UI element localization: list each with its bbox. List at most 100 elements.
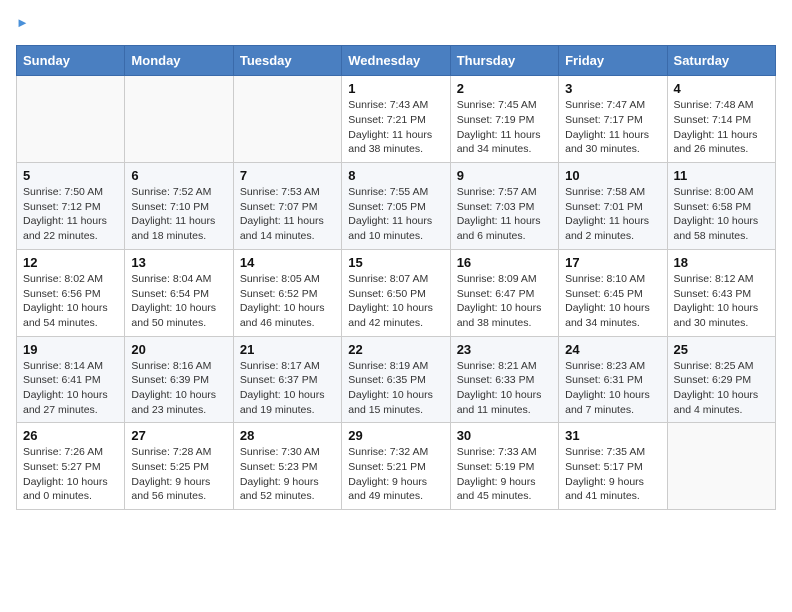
day-info: Sunrise: 8:10 AM Sunset: 6:45 PM Dayligh… [565,272,660,331]
day-number: 10 [565,168,660,183]
day-number: 22 [348,342,443,357]
calendar-cell [233,76,341,163]
day-info: Sunrise: 7:48 AM Sunset: 7:14 PM Dayligh… [674,98,769,157]
day-number: 23 [457,342,552,357]
day-number: 27 [131,428,226,443]
day-of-week-tuesday: Tuesday [233,46,341,76]
day-info: Sunrise: 7:53 AM Sunset: 7:07 PM Dayligh… [240,185,335,244]
calendar-cell [667,423,775,510]
day-info: Sunrise: 8:07 AM Sunset: 6:50 PM Dayligh… [348,272,443,331]
day-number: 16 [457,255,552,270]
day-number: 13 [131,255,226,270]
calendar-cell: 1 Sunrise: 7:43 AM Sunset: 7:21 PM Daylig… [342,76,450,163]
calendar-week-row: 12 Sunrise: 8:02 AM Sunset: 6:56 PM Dayli… [17,249,776,336]
day-number: 26 [23,428,118,443]
calendar-table: SundayMondayTuesdayWednesdayThursdayFrid… [16,45,776,510]
day-of-week-wednesday: Wednesday [342,46,450,76]
calendar-cell: 23 Sunrise: 8:21 AM Sunset: 6:33 PM Dayli… [450,336,558,423]
day-number: 29 [348,428,443,443]
day-info: Sunrise: 7:55 AM Sunset: 7:05 PM Dayligh… [348,185,443,244]
calendar-cell: 29 Sunrise: 7:32 AM Sunset: 5:21 PM Dayli… [342,423,450,510]
calendar-cell: 13 Sunrise: 8:04 AM Sunset: 6:54 PM Dayli… [125,249,233,336]
day-info: Sunrise: 7:58 AM Sunset: 7:01 PM Dayligh… [565,185,660,244]
day-info: Sunrise: 7:26 AM Sunset: 5:27 PM Dayligh… [23,445,118,504]
calendar-cell: 25 Sunrise: 8:25 AM Sunset: 6:29 PM Dayli… [667,336,775,423]
day-of-week-saturday: Saturday [667,46,775,76]
day-info: Sunrise: 7:52 AM Sunset: 7:10 PM Dayligh… [131,185,226,244]
day-info: Sunrise: 7:43 AM Sunset: 7:21 PM Dayligh… [348,98,443,157]
day-number: 24 [565,342,660,357]
logo: ► [16,16,29,35]
day-info: Sunrise: 8:14 AM Sunset: 6:41 PM Dayligh… [23,359,118,418]
day-number: 6 [131,168,226,183]
day-info: Sunrise: 8:16 AM Sunset: 6:39 PM Dayligh… [131,359,226,418]
calendar-cell: 17 Sunrise: 8:10 AM Sunset: 6:45 PM Dayli… [559,249,667,336]
calendar-cell: 7Sunrise: 7:53 AM Sunset: 7:07 PM Daylig… [233,163,341,250]
logo-bird-icon: ► [16,15,29,30]
day-info: Sunrise: 8:25 AM Sunset: 6:29 PM Dayligh… [674,359,769,418]
day-info: Sunrise: 8:00 AM Sunset: 6:58 PM Dayligh… [674,185,769,244]
calendar-week-row: 1 Sunrise: 7:43 AM Sunset: 7:21 PM Daylig… [17,76,776,163]
day-info: Sunrise: 7:35 AM Sunset: 5:17 PM Dayligh… [565,445,660,504]
calendar-cell: 12 Sunrise: 8:02 AM Sunset: 6:56 PM Dayli… [17,249,125,336]
calendar-cell: 27 Sunrise: 7:28 AM Sunset: 5:25 PM Dayli… [125,423,233,510]
day-info: Sunrise: 7:45 AM Sunset: 7:19 PM Dayligh… [457,98,552,157]
calendar-cell: 21 Sunrise: 8:17 AM Sunset: 6:37 PM Dayli… [233,336,341,423]
calendar-cell: 15 Sunrise: 8:07 AM Sunset: 6:50 PM Dayli… [342,249,450,336]
day-number: 18 [674,255,769,270]
calendar-cell: 30Sunrise: 7:33 AM Sunset: 5:19 PM Dayli… [450,423,558,510]
day-of-week-thursday: Thursday [450,46,558,76]
day-number: 8 [348,168,443,183]
calendar-cell: 4 Sunrise: 7:48 AM Sunset: 7:14 PM Daylig… [667,76,775,163]
day-info: Sunrise: 7:33 AM Sunset: 5:19 PM Dayligh… [457,445,552,504]
calendar-cell: 8 Sunrise: 7:55 AM Sunset: 7:05 PM Daylig… [342,163,450,250]
calendar-cell: 3 Sunrise: 7:47 AM Sunset: 7:17 PM Daylig… [559,76,667,163]
day-info: Sunrise: 7:47 AM Sunset: 7:17 PM Dayligh… [565,98,660,157]
calendar-cell: 9 Sunrise: 7:57 AM Sunset: 7:03 PM Daylig… [450,163,558,250]
calendar-cell: 31Sunrise: 7:35 AM Sunset: 5:17 PM Dayli… [559,423,667,510]
calendar-cell: 28 Sunrise: 7:30 AM Sunset: 5:23 PM Dayli… [233,423,341,510]
day-number: 17 [565,255,660,270]
day-number: 25 [674,342,769,357]
day-number: 12 [23,255,118,270]
day-info: Sunrise: 8:12 AM Sunset: 6:43 PM Dayligh… [674,272,769,331]
day-info: Sunrise: 7:28 AM Sunset: 5:25 PM Dayligh… [131,445,226,504]
day-number: 15 [348,255,443,270]
calendar-cell: 22 Sunrise: 8:19 AM Sunset: 6:35 PM Dayli… [342,336,450,423]
day-info: Sunrise: 8:21 AM Sunset: 6:33 PM Dayligh… [457,359,552,418]
calendar-cell: 10 Sunrise: 7:58 AM Sunset: 7:01 PM Dayli… [559,163,667,250]
calendar-cell: 20 Sunrise: 8:16 AM Sunset: 6:39 PM Dayli… [125,336,233,423]
calendar-cell: 18 Sunrise: 8:12 AM Sunset: 6:43 PM Dayli… [667,249,775,336]
calendar-cell: 11 Sunrise: 8:00 AM Sunset: 6:58 PM Dayli… [667,163,775,250]
calendar-cell: 5Sunrise: 7:50 AM Sunset: 7:12 PM Daylig… [17,163,125,250]
day-info: Sunrise: 7:32 AM Sunset: 5:21 PM Dayligh… [348,445,443,504]
day-number: 11 [674,168,769,183]
day-info: Sunrise: 8:09 AM Sunset: 6:47 PM Dayligh… [457,272,552,331]
day-number: 20 [131,342,226,357]
calendar-header-row: SundayMondayTuesdayWednesdayThursdayFrid… [17,46,776,76]
day-info: Sunrise: 7:57 AM Sunset: 7:03 PM Dayligh… [457,185,552,244]
day-info: Sunrise: 8:02 AM Sunset: 6:56 PM Dayligh… [23,272,118,331]
calendar-week-row: 19Sunrise: 8:14 AM Sunset: 6:41 PM Dayli… [17,336,776,423]
day-info: Sunrise: 8:19 AM Sunset: 6:35 PM Dayligh… [348,359,443,418]
day-number: 1 [348,81,443,96]
day-info: Sunrise: 8:04 AM Sunset: 6:54 PM Dayligh… [131,272,226,331]
calendar-cell: 6 Sunrise: 7:52 AM Sunset: 7:10 PM Daylig… [125,163,233,250]
day-number: 21 [240,342,335,357]
day-number: 4 [674,81,769,96]
calendar-cell [17,76,125,163]
calendar-cell: 16 Sunrise: 8:09 AM Sunset: 6:47 PM Dayli… [450,249,558,336]
day-info: Sunrise: 8:17 AM Sunset: 6:37 PM Dayligh… [240,359,335,418]
calendar-cell: 19Sunrise: 8:14 AM Sunset: 6:41 PM Dayli… [17,336,125,423]
day-number: 9 [457,168,552,183]
day-of-week-friday: Friday [559,46,667,76]
day-number: 3 [565,81,660,96]
day-info: Sunrise: 7:30 AM Sunset: 5:23 PM Dayligh… [240,445,335,504]
day-number: 5 [23,168,118,183]
day-number: 2 [457,81,552,96]
calendar-cell: 26 Sunrise: 7:26 AM Sunset: 5:27 PM Dayli… [17,423,125,510]
day-number: 28 [240,428,335,443]
page-header: ► [16,16,776,35]
calendar-cell: 14Sunrise: 8:05 AM Sunset: 6:52 PM Dayli… [233,249,341,336]
calendar-week-row: 26 Sunrise: 7:26 AM Sunset: 5:27 PM Dayli… [17,423,776,510]
